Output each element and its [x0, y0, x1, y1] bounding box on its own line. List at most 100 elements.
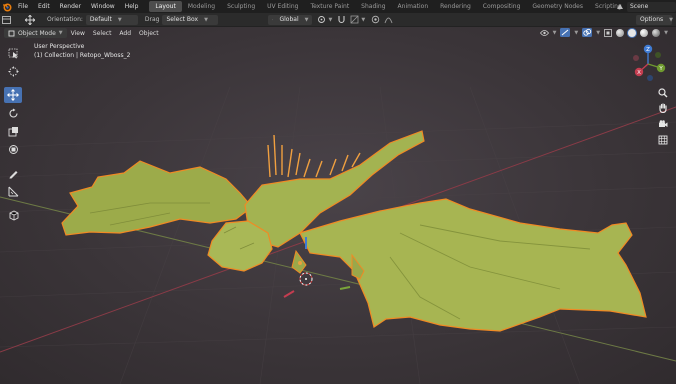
scale-tool[interactable] — [4, 123, 22, 139]
mode-dropdown[interactable]: Object Mode ▼ — [4, 28, 67, 38]
blender-logo-icon[interactable] — [0, 0, 13, 13]
3d-viewport[interactable]: User Perspective (1) Collection | Retopo… — [0, 27, 676, 384]
gizmo-toggle-icon[interactable] — [560, 28, 571, 37]
neg-z-axis-button[interactable] — [647, 75, 653, 81]
tab-texture-paint[interactable]: Texture Paint — [304, 1, 355, 12]
transform-orientation-dropdown[interactable]: Global ▼ — [268, 14, 313, 25]
cursor-tool[interactable] — [4, 63, 22, 79]
transform-icon — [8, 144, 18, 154]
snap-target-icon[interactable] — [348, 14, 361, 26]
solid-shading-icon[interactable] — [628, 28, 637, 37]
menu-file[interactable]: File — [13, 0, 33, 13]
transform-tool[interactable] — [4, 141, 22, 157]
menu-view[interactable]: View — [67, 30, 89, 37]
tab-animation[interactable]: Animation — [392, 1, 435, 12]
snap-icon[interactable] — [335, 14, 348, 26]
orientation-value: Default — [89, 15, 112, 23]
x-axis-handle[interactable] — [283, 290, 295, 298]
hand-icon — [659, 103, 667, 113]
select-box-tool[interactable] — [4, 45, 22, 61]
tab-modeling[interactable]: Modeling — [182, 1, 221, 12]
navigation-gizmo[interactable]: Z Y X — [628, 44, 668, 84]
chevron-down-icon[interactable]: ▼ — [361, 17, 365, 23]
perspective-toggle-button[interactable] — [656, 133, 670, 147]
measure-ruler-icon — [8, 186, 18, 196]
chevron-down-icon: ▼ — [58, 30, 63, 36]
rendered-shading-icon[interactable] — [652, 28, 661, 37]
object-origin-icon — [298, 261, 302, 265]
move-tool-icon[interactable] — [23, 14, 36, 26]
x-axis-label: X — [637, 70, 641, 76]
cursor-icon — [8, 66, 18, 76]
drag-value: Select Box — [166, 15, 199, 23]
dragon-mesh[interactable] — [61, 130, 647, 332]
viewport-display-controls: ▼ ▼ ▼ ▼ — [539, 28, 668, 37]
pan-button[interactable] — [656, 101, 670, 115]
menu-object[interactable]: Object — [135, 30, 163, 37]
y-axis-label: Y — [658, 66, 663, 72]
material-preview-icon[interactable] — [640, 28, 649, 37]
zoom-button[interactable] — [656, 86, 670, 100]
scene-name-field[interactable]: Scene — [627, 1, 676, 12]
tab-sculpting[interactable]: Sculpting — [221, 1, 261, 12]
camera-icon — [659, 120, 668, 127]
scene-icon — [617, 3, 623, 9]
pivot-point-icon[interactable] — [315, 14, 328, 26]
chevron-down-icon[interactable]: ▼ — [664, 30, 668, 36]
viewport-header: Object Mode ▼ View Select Add Object ▼ ▼… — [0, 27, 676, 39]
menu-edit[interactable]: Edit — [33, 0, 55, 13]
options-dropdown[interactable]: Options ▼ — [636, 15, 674, 25]
menu-select[interactable]: Select — [89, 30, 116, 37]
falloff-curve-icon[interactable] — [382, 14, 395, 26]
tab-geometry-nodes[interactable]: Geometry Nodes — [526, 1, 589, 12]
axis-gizmo[interactable]: Z Y X — [628, 44, 668, 82]
chevron-down-icon[interactable]: ▼ — [328, 17, 332, 23]
chevron-down-icon[interactable]: ▼ — [574, 30, 578, 36]
viewport-scene — [0, 86, 676, 384]
add-cube-tool[interactable] — [4, 207, 22, 223]
menu-render[interactable]: Render — [55, 0, 86, 13]
orientation-dropdown[interactable]: Default ▼ — [85, 14, 138, 25]
measure-tool[interactable] — [4, 183, 22, 199]
menu-window[interactable]: Window — [86, 0, 120, 13]
drag-label: Drag — [144, 16, 160, 23]
top-menu-bar: File Edit Render Window Help Layout Mode… — [0, 0, 676, 13]
chevron-down-icon[interactable]: ▼ — [553, 30, 557, 36]
annotate-tool[interactable] — [4, 165, 22, 181]
tab-uv-editing[interactable]: UV Editing — [261, 1, 304, 12]
xray-toggle-icon[interactable] — [604, 28, 613, 37]
scene-selector[interactable]: Scene — [616, 1, 676, 12]
neg-y-axis-button[interactable] — [655, 52, 661, 58]
chevron-down-icon: ▼ — [304, 16, 309, 23]
overlays-toggle-icon[interactable] — [582, 28, 593, 37]
transform-space-value: Global — [279, 15, 299, 23]
chevron-down-icon[interactable]: ▼ — [596, 30, 600, 36]
orientation-label: Orientation: — [47, 16, 83, 23]
menu-help[interactable]: Help — [120, 0, 144, 13]
object-mode-icon — [8, 30, 15, 36]
workspace-tabs: Layout Modeling Sculpting UV Editing Tex… — [149, 0, 640, 13]
tab-layout[interactable]: Layout — [149, 1, 182, 12]
camera-view-button[interactable] — [656, 117, 670, 131]
zoom-magnifier-icon — [658, 88, 668, 98]
rotate-tool[interactable] — [4, 105, 22, 121]
tab-shading[interactable]: Shading — [355, 1, 391, 12]
menu-add[interactable]: Add — [115, 30, 135, 37]
3d-cursor-icon[interactable] — [299, 272, 313, 286]
add-cube-icon — [9, 209, 18, 221]
chevron-down-icon: ▼ — [669, 17, 674, 23]
y-axis-handle[interactable] — [339, 286, 351, 290]
wireframe-shading-icon[interactable] — [616, 28, 625, 37]
move-tool[interactable] — [4, 87, 22, 103]
rotate-icon — [8, 108, 18, 118]
drag-dropdown[interactable]: Select Box ▼ — [162, 14, 219, 25]
tab-rendering[interactable]: Rendering — [434, 1, 477, 12]
chevron-down-icon: ▼ — [204, 16, 208, 23]
chevron-down-icon: ▼ — [117, 16, 122, 23]
collection-info: (1) Collection | Retopo_Wboss_2 — [34, 52, 131, 59]
proportional-editing-icon[interactable] — [369, 14, 382, 26]
neg-x-axis-button[interactable] — [633, 55, 639, 61]
tab-compositing[interactable]: Compositing — [477, 1, 527, 12]
editor-type-icon[interactable] — [0, 14, 13, 26]
visibility-icon[interactable] — [539, 29, 549, 37]
